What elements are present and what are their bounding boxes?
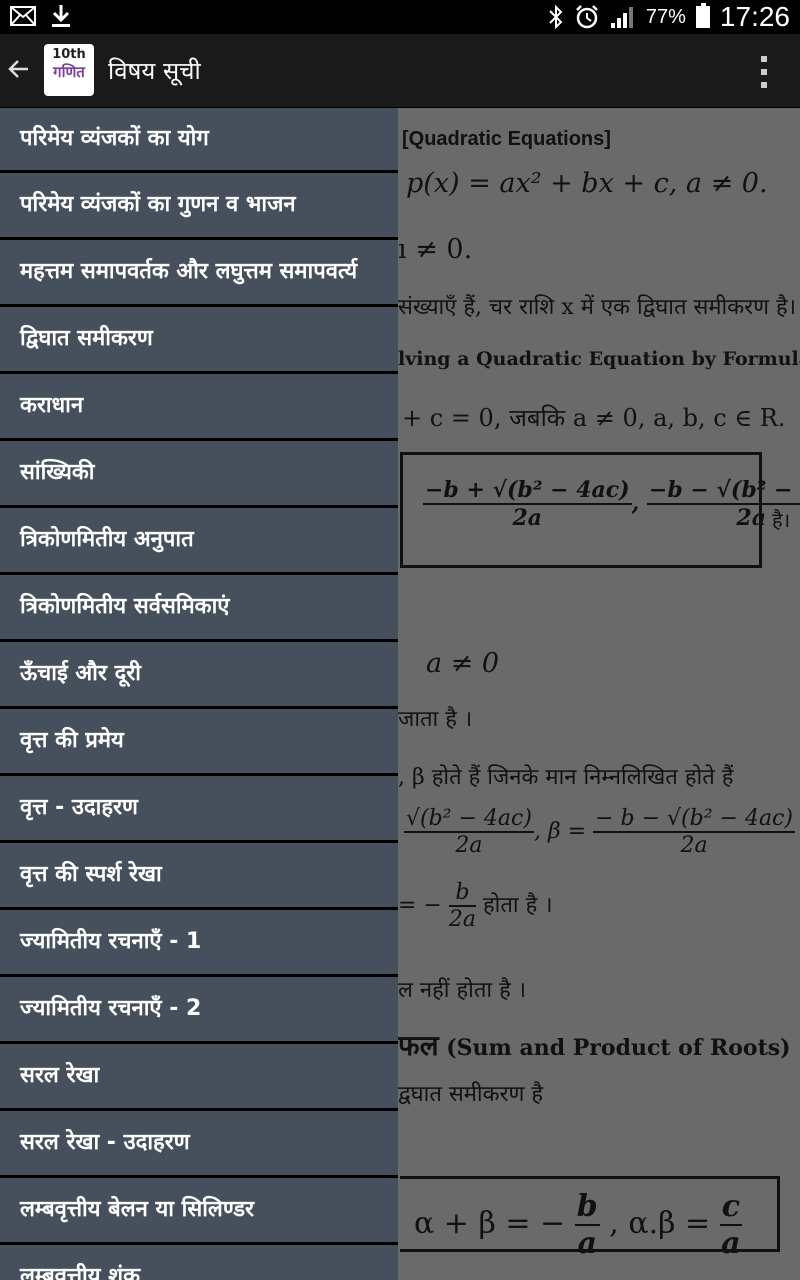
- doc-line: , β होते हैं जिनके मान निम्नलिखित होते ह…: [398, 765, 734, 790]
- drawer-item[interactable]: लम्बवृत्तीय शंकु: [0, 1245, 398, 1280]
- clock-time: 17:26: [719, 1, 790, 32]
- doc-text: = −: [398, 893, 442, 918]
- drawer-item[interactable]: सरल रेखा: [0, 1044, 398, 1111]
- formula-denominator: 2a: [455, 833, 483, 858]
- doc-line: a ≠ 0: [426, 648, 500, 679]
- drawer-item[interactable]: सांख्यिकी: [0, 441, 398, 508]
- drawer-item[interactable]: सरल रेखा - उदाहरण: [0, 1111, 398, 1178]
- drawer-item[interactable]: परिमेय व्यंजकों का गुणन व भाजन: [0, 173, 398, 240]
- battery-icon: [695, 3, 710, 28]
- formula-denominator: 2a: [680, 833, 708, 858]
- formula-denominator: 2a: [512, 505, 543, 531]
- drawer-item[interactable]: ऊँचाई और दूरी: [0, 642, 398, 709]
- doc-line: + c = 0, जबकि a ≠ 0, a, b, c ∈ R.: [402, 404, 786, 432]
- formula-denominator: a: [577, 1226, 597, 1261]
- bluetooth-icon: [549, 4, 563, 30]
- document-page: [Quadratic Equations] p(x) = ax² + bx + …: [398, 108, 800, 1280]
- back-arrow-icon[interactable]: [4, 54, 34, 84]
- doc-line: जाता है ।: [398, 707, 473, 732]
- doc-text: फल: [398, 1029, 439, 1062]
- formula-numerator: √(b² − 4ac): [404, 806, 534, 833]
- formula-numerator: b: [448, 880, 476, 907]
- page-title: विषय सूची: [108, 57, 201, 85]
- drawer-item[interactable]: ज्यामितीय रचनाएँ - 1: [0, 910, 398, 977]
- doc-line: ल नहीं होता है ।: [398, 978, 527, 1003]
- navigation-drawer: परिमेय व्यंजकों का योग परिमेय व्यंजकों क…: [0, 108, 398, 1280]
- app-logo: 10th गणित: [44, 44, 94, 96]
- formula-denominator: 2a: [448, 907, 476, 932]
- mail-icon: [10, 6, 36, 26]
- drawer-item[interactable]: महत्तम समापवर्तक और लघुत्तम समापवर्त्य: [0, 240, 398, 307]
- formula-denominator: a: [721, 1226, 741, 1261]
- drawer-item[interactable]: त्रिकोणमितीय सर्वसमिकाएं: [0, 575, 398, 642]
- doc-line: [Quadratic Equations]: [402, 128, 611, 150]
- doc-line: संख्याएँ हैं, चर राशि x में एक द्विघात स…: [398, 295, 797, 320]
- formula-numerator: − b − √(b² − 4ac): [593, 806, 795, 833]
- doc-text: , β =: [533, 819, 587, 844]
- drawer-item[interactable]: परिमेय व्यंजकों का योग: [0, 108, 398, 173]
- drawer-item[interactable]: ज्यामितीय रचनाएँ - 2: [0, 977, 398, 1044]
- doc-text: (Sum and Product of Roots): [438, 1035, 791, 1061]
- drawer-item[interactable]: कराधान: [0, 374, 398, 441]
- logo-grade: 10th: [52, 47, 86, 62]
- signal-icon: [610, 7, 633, 28]
- doc-text: , α.β =: [609, 1206, 711, 1241]
- drawer-item[interactable]: वृत्त की स्पर्श रेखा: [0, 843, 398, 910]
- doc-text: होता है ।: [483, 893, 553, 918]
- doc-line: p(x) = ax² + bx + c, a ≠ 0.: [406, 168, 768, 199]
- drawer-item[interactable]: वृत्त की प्रमेय: [0, 709, 398, 776]
- quadratic-formula-box: −b + √(b² − 4ac)2a, −b − √(b² − 4ac)2a: [400, 452, 800, 568]
- formula-numerator: −b + √(b² − 4ac): [423, 477, 632, 505]
- drawer-item[interactable]: लम्बवृत्तीय बेलन या सिलिण्डर: [0, 1178, 398, 1245]
- formula-numerator: b: [574, 1189, 600, 1226]
- doc-line: ı ≠ 0.: [398, 234, 473, 265]
- battery-percent: 77%: [645, 5, 686, 28]
- overflow-menu-icon[interactable]: [758, 56, 770, 88]
- doc-line: है।: [772, 508, 791, 532]
- download-icon: [52, 5, 70, 27]
- drawer-item[interactable]: वृत्त - उदाहरण: [0, 776, 398, 843]
- alarm-icon: [576, 5, 598, 29]
- logo-subject: गणित: [53, 63, 85, 81]
- status-bar: 77% 17:26: [0, 0, 800, 34]
- drawer-item[interactable]: त्रिकोणमितीय अनुपात: [0, 508, 398, 575]
- formula-numerator: −b − √(b² − 4ac): [646, 477, 800, 505]
- drawer-item[interactable]: द्विघात समीकरण: [0, 307, 398, 374]
- app-bar: 10th गणित विषय सूची: [0, 34, 800, 108]
- formula-numerator: c: [719, 1189, 742, 1226]
- doc-line: द्वघात समीकरण है: [398, 1082, 544, 1107]
- doc-line: lving a Quadratic Equation by Formula): [398, 348, 800, 370]
- doc-text: α + β = −: [414, 1206, 566, 1241]
- sum-product-formula-box: α + β = − ba , α.β = ca: [400, 1176, 780, 1261]
